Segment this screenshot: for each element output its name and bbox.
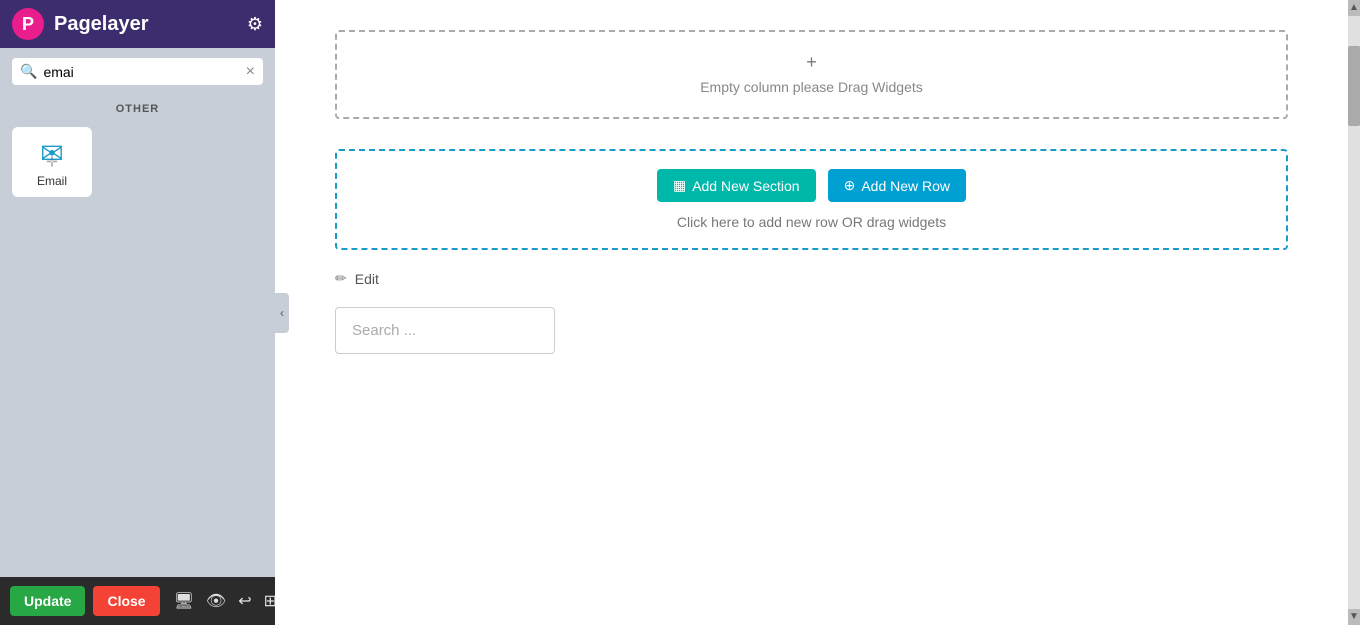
section-label-other: OTHER — [0, 95, 275, 119]
scroll-up-arrow[interactable]: ▲ — [1348, 0, 1360, 16]
scroll-thumb[interactable] — [1348, 46, 1360, 126]
widget-search-area: 🔍 × — [0, 48, 275, 95]
widget-item-email[interactable]: ✉ ✛ Email — [12, 127, 92, 197]
new-section-hint: Click here to add new row OR drag widget… — [357, 214, 1266, 230]
desktop-view-icon[interactable]: 🖥 — [174, 591, 194, 611]
history-icon[interactable]: ↩ — [238, 591, 251, 611]
gear-icon[interactable]: ⚙ — [247, 14, 263, 35]
update-button[interactable]: Update — [10, 586, 85, 616]
preview-icon[interactable]: 👁 — [206, 591, 226, 611]
close-button[interactable]: Close — [93, 586, 159, 616]
bottom-icons: 🖥 👁 ↩ ⊞ — [174, 591, 277, 611]
add-new-row-button[interactable]: ⊕ Add New Row — [828, 169, 966, 202]
search-input[interactable] — [43, 64, 239, 80]
row-icon: ⊕ — [844, 177, 856, 194]
main-canvas: + Empty column please Drag Widgets ▦ Add… — [275, 0, 1348, 625]
plus-icon: + — [357, 52, 1266, 73]
search-widget-area: Search ... — [335, 307, 1288, 354]
section-icon: ▦ — [673, 177, 686, 194]
search-box: 🔍 × — [12, 58, 263, 85]
scroll-down-arrow[interactable]: ▼ — [1348, 609, 1360, 625]
bottom-bar: Update Close 🖥 👁 ↩ ⊞ — [0, 577, 275, 625]
widget-grid: ✉ ✛ Email — [0, 119, 275, 205]
new-section-buttons: ▦ Add New Section ⊕ Add New Row — [357, 169, 1266, 202]
empty-column-box[interactable]: + Empty column please Drag Widgets — [335, 30, 1288, 119]
search-widget-box[interactable]: Search ... — [335, 307, 555, 354]
pagelayer-logo: P — [12, 8, 44, 40]
search-widget-placeholder: Search ... — [352, 322, 416, 339]
right-scrollbar: ▲ ▼ — [1348, 0, 1360, 625]
canvas-content: + Empty column please Drag Widgets ▦ Add… — [275, 0, 1348, 625]
edit-label[interactable]: Edit — [355, 271, 379, 287]
email-widget-label: Email — [37, 174, 67, 188]
sidebar: P Pagelayer ⚙ 🔍 × OTHER ✉ ✛ Email Updat — [0, 0, 275, 625]
clear-search-icon[interactable]: × — [246, 64, 255, 80]
edit-row: ✏ Edit — [335, 270, 1288, 287]
search-icon: 🔍 — [20, 63, 37, 80]
pencil-icon: ✏ — [335, 270, 347, 287]
app-title: Pagelayer — [54, 13, 237, 36]
scroll-track — [1348, 16, 1360, 609]
move-icon: ✛ — [46, 154, 58, 171]
add-new-section-button[interactable]: ▦ Add New Section — [657, 169, 816, 202]
empty-column-text: Empty column please Drag Widgets — [700, 79, 923, 95]
sidebar-header: P Pagelayer ⚙ — [0, 0, 275, 48]
new-section-area[interactable]: ▦ Add New Section ⊕ Add New Row Click he… — [335, 149, 1288, 250]
collapse-handle[interactable]: ‹ — [275, 293, 289, 333]
empty-column-section: + Empty column please Drag Widgets — [335, 30, 1288, 119]
